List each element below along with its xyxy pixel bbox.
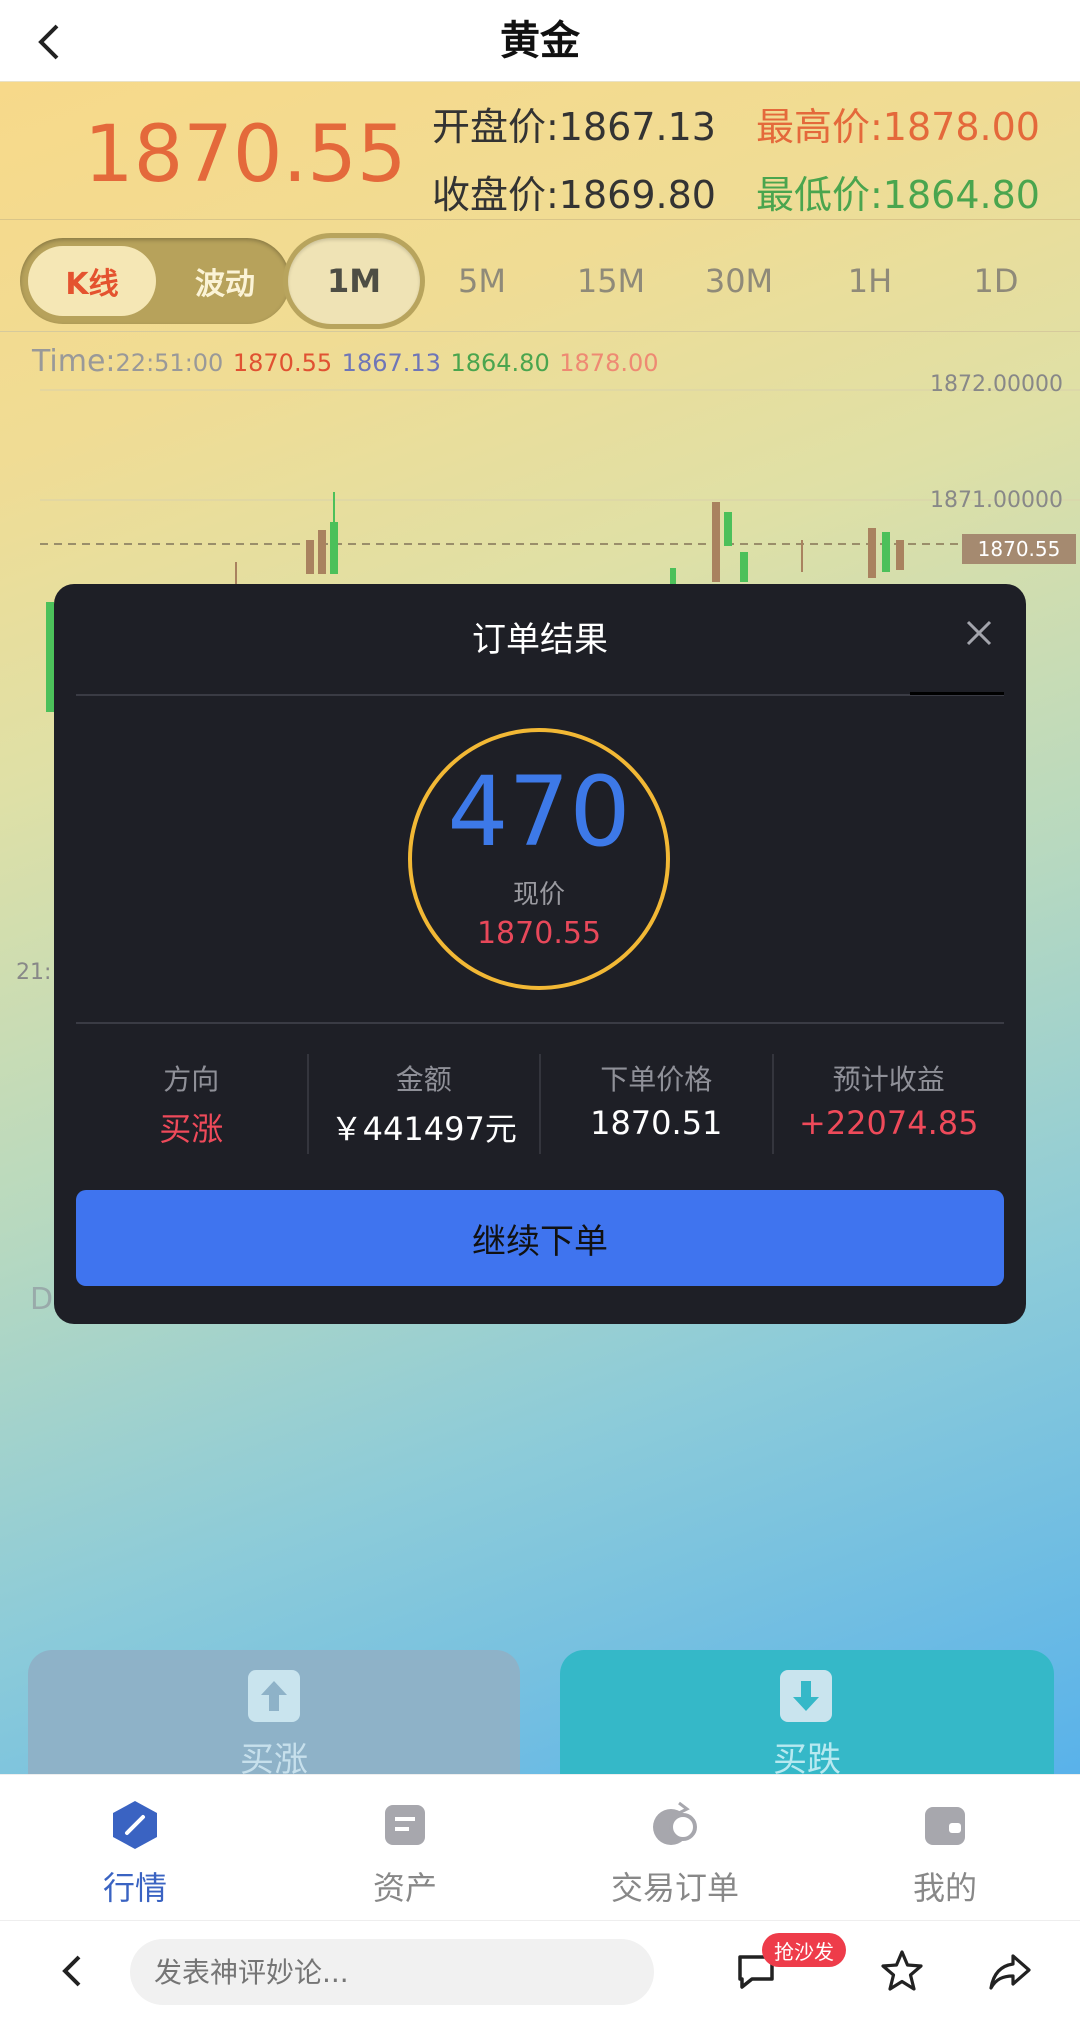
timeframe-1h[interactable]: 1H bbox=[820, 238, 920, 324]
assets-icon bbox=[385, 1805, 425, 1845]
arrow-up-icon bbox=[248, 1670, 300, 1722]
buy-up-button[interactable]: 买涨 bbox=[28, 1650, 520, 1774]
close-button[interactable] bbox=[956, 610, 1002, 656]
candle bbox=[882, 532, 890, 572]
timeframe-30m[interactable]: 30M bbox=[684, 238, 794, 324]
indicator-label: D bbox=[30, 1282, 54, 1317]
dialog-title: 订单结果 bbox=[472, 620, 608, 660]
quote-block: 1870.55 开盘价:1867.13 收盘价:1869.80 最高价:1878… bbox=[0, 82, 1080, 220]
tab-kline[interactable]: K线 bbox=[28, 246, 156, 316]
tab-label: 我的 bbox=[912, 1869, 977, 1907]
y-axis-label: 1871.00000 bbox=[930, 488, 1063, 513]
share-icon bbox=[989, 1954, 1031, 1990]
continue-order-button[interactable]: 继续下单 bbox=[76, 1190, 1004, 1286]
amount-label: 金额 bbox=[395, 1063, 452, 1096]
candle bbox=[318, 530, 326, 574]
direction-cell: 方向 买涨 bbox=[76, 1054, 309, 1154]
candle bbox=[740, 552, 748, 582]
countdown-seconds: 470 bbox=[447, 756, 631, 868]
open-price: 开盘价:1867.13 bbox=[432, 105, 716, 149]
expected-profit-label: 预计收益 bbox=[832, 1063, 945, 1096]
close-icon bbox=[966, 620, 992, 646]
divider bbox=[76, 1022, 1004, 1024]
x-axis-time-label: 21: bbox=[16, 960, 52, 985]
tab-wave[interactable]: 波动 bbox=[170, 246, 280, 316]
y-axis-label: 1872.00000 bbox=[930, 372, 1063, 397]
close-price: 收盘价:1869.80 bbox=[432, 173, 716, 217]
chevron-left-icon bbox=[62, 1955, 81, 1987]
timeframe-1d[interactable]: 1D bbox=[946, 238, 1046, 324]
candle bbox=[330, 522, 338, 574]
direction-label: 方向 bbox=[163, 1063, 220, 1096]
favorite-button[interactable] bbox=[876, 1945, 928, 1997]
candle bbox=[724, 512, 732, 546]
amount-cell: 金额 ￥441497元 bbox=[309, 1054, 541, 1154]
tab-orders[interactable]: 交易订单 bbox=[540, 1775, 810, 1921]
order-price-cell: 下单价格 1870.51 bbox=[541, 1054, 774, 1154]
timeframe-5m[interactable]: 5M bbox=[432, 238, 532, 324]
comment-bar: 抢沙发 bbox=[0, 1920, 1080, 2020]
expected-profit-cell: 预计收益 +22074.85 bbox=[774, 1054, 1005, 1154]
order-price-value: 1870.51 bbox=[590, 1104, 723, 1142]
share-button[interactable] bbox=[984, 1945, 1036, 1997]
candle bbox=[868, 528, 876, 578]
comment-badge: 抢沙发 bbox=[762, 1933, 846, 1967]
buy-down-button[interactable]: 买跌 bbox=[560, 1650, 1054, 1774]
buy-down-label: 买跌 bbox=[773, 1740, 841, 1774]
bottom-tab-bar: 行情 资产 交易订单 我的 bbox=[0, 1774, 1080, 1920]
low-price: 最低价:1864.80 bbox=[756, 173, 1040, 217]
chart-tabs: K线 波动 1M 5M 15M 30M 1H 1D bbox=[0, 232, 1080, 332]
tab-assets[interactable]: 资产 bbox=[270, 1775, 540, 1921]
order-price-label: 下单价格 bbox=[600, 1063, 713, 1096]
star-icon bbox=[881, 1950, 923, 1991]
amount-value: ￥441497元 bbox=[330, 1110, 517, 1148]
tab-label: 资产 bbox=[372, 1869, 437, 1907]
candle bbox=[306, 540, 314, 574]
expected-profit-value: +22074.85 bbox=[799, 1104, 979, 1142]
timeframe-15m[interactable]: 15M bbox=[556, 238, 666, 324]
comment-input[interactable] bbox=[130, 1939, 654, 2005]
chart-mode-toggle: K线 波动 bbox=[20, 238, 290, 324]
current-price: 1870.55 bbox=[84, 110, 407, 200]
arrow-down-icon bbox=[780, 1670, 832, 1722]
page-title: 黄金 bbox=[500, 18, 580, 64]
candle bbox=[712, 502, 720, 582]
divider bbox=[76, 692, 1004, 696]
back-button[interactable] bbox=[46, 1945, 98, 1997]
tab-market[interactable]: 行情 bbox=[0, 1775, 270, 1921]
countdown-ring: 470 现价 1870.55 bbox=[408, 728, 670, 990]
current-price-value: 1870.55 bbox=[476, 916, 602, 951]
order-result-dialog: 订单结果 470 现价 1870.55 方向 买涨 金额 ￥441497元 下单… bbox=[54, 584, 1026, 1324]
order-info-row: 方向 买涨 金额 ￥441497元 下单价格 1870.51 预计收益 +220… bbox=[76, 1054, 1004, 1154]
wallet-icon bbox=[925, 1807, 965, 1845]
top-nav: 黄金 bbox=[0, 0, 1080, 82]
market-icon bbox=[113, 1801, 157, 1849]
current-price-label: 现价 bbox=[512, 880, 565, 910]
buy-up-label: 买涨 bbox=[240, 1740, 308, 1774]
tab-label: 行情 bbox=[102, 1869, 167, 1907]
candle bbox=[896, 540, 904, 570]
direction-value: 买涨 bbox=[159, 1110, 224, 1148]
orders-icon bbox=[653, 1801, 697, 1845]
tab-label: 交易订单 bbox=[610, 1869, 739, 1907]
current-price-tag: 1870.55 bbox=[962, 534, 1076, 564]
high-price: 最高价:1878.00 bbox=[756, 105, 1040, 149]
tab-mine[interactable]: 我的 bbox=[810, 1775, 1080, 1921]
candle bbox=[46, 602, 54, 712]
timeframe-1m[interactable]: 1M bbox=[288, 238, 420, 324]
